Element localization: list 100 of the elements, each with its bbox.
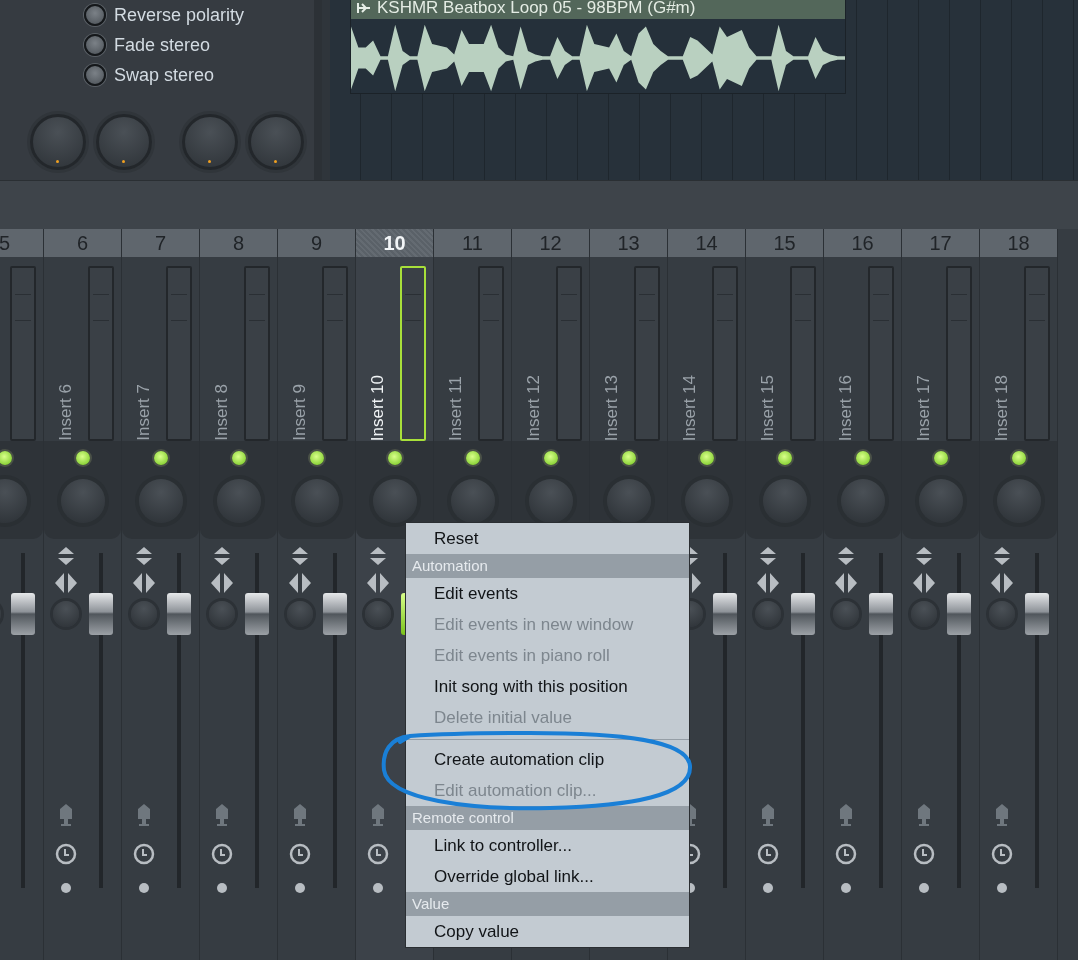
track-number: 13 [617, 231, 640, 255]
enable-led[interactable] [231, 451, 246, 465]
record-dot[interactable] [763, 883, 773, 893]
radio-button[interactable] [84, 4, 106, 26]
enable-led[interactable] [777, 451, 792, 465]
record-dot[interactable] [61, 883, 71, 893]
left-right-arrows-icon[interactable] [913, 573, 935, 593]
record-dot[interactable] [841, 883, 851, 893]
volume-fader[interactable] [323, 593, 347, 635]
up-down-arrows-icon[interactable] [370, 547, 386, 565]
enable-led[interactable] [75, 451, 90, 465]
track-number: 8 [232, 231, 245, 255]
radio-button[interactable] [84, 64, 106, 86]
track-name: Insert 16 [836, 374, 856, 441]
enable-led[interactable] [543, 451, 558, 465]
mixer-track[interactable]: 18 Insert 18 [979, 229, 1057, 960]
track-number: 16 [851, 231, 874, 255]
up-down-arrows-icon[interactable] [214, 547, 230, 565]
track-name: Insert 17 [914, 374, 934, 441]
clock-icon[interactable] [913, 843, 935, 865]
volume-fader[interactable] [869, 593, 893, 635]
enable-led[interactable] [387, 451, 402, 465]
mixer-track[interactable]: 17 Insert 17 [901, 229, 979, 960]
enable-led[interactable] [465, 451, 480, 465]
record-dot[interactable] [295, 883, 305, 893]
up-down-arrows-icon[interactable] [838, 547, 854, 565]
track-name: Insert 12 [524, 374, 544, 441]
clip-icon [357, 2, 371, 14]
left-right-arrows-icon[interactable] [133, 573, 155, 593]
menu-section-header: Automation [406, 554, 689, 578]
clock-icon[interactable] [133, 843, 155, 865]
option-label: Fade stereo [114, 34, 211, 56]
record-dot[interactable] [919, 883, 929, 893]
left-right-arrows-icon[interactable] [835, 573, 857, 593]
clock-icon[interactable] [991, 843, 1013, 865]
enable-led[interactable] [855, 451, 870, 465]
track-name: Insert 11 [446, 376, 466, 441]
enable-led[interactable] [699, 451, 714, 465]
up-down-arrows-icon[interactable] [58, 547, 74, 565]
record-dot[interactable] [217, 883, 227, 893]
volume-fader[interactable] [713, 593, 737, 635]
track-number: 12 [539, 231, 562, 255]
menu-section-header: Remote control [406, 806, 689, 830]
clock-icon[interactable] [211, 843, 233, 865]
volume-fader[interactable] [89, 593, 113, 635]
left-right-arrows-icon[interactable] [991, 573, 1013, 593]
track-name: Insert 13 [602, 374, 622, 441]
enable-led[interactable] [933, 451, 948, 465]
clip-header[interactable]: KSHMR Beatbox Loop 05 - 98BPM (G#m) [351, 0, 845, 19]
track-number: 9 [310, 231, 323, 255]
track-number: 11 [462, 231, 483, 255]
up-down-arrows-icon[interactable] [136, 547, 152, 565]
clock-icon[interactable] [367, 843, 389, 865]
volume-fader[interactable] [245, 593, 269, 635]
track-name: Insert 6 [56, 384, 76, 441]
track-number: 5 [0, 231, 11, 255]
record-dot[interactable] [997, 883, 1007, 893]
volume-fader[interactable] [947, 593, 971, 635]
enable-led[interactable] [153, 451, 168, 465]
mixer-track[interactable]: 8 Insert 8 [199, 229, 277, 960]
track-name: Insert 9 [290, 384, 310, 441]
clip-title: KSHMR Beatbox Loop 05 - 98BPM (G#m) [377, 0, 696, 18]
track-name: Insert 18 [992, 374, 1012, 441]
up-down-arrows-icon[interactable] [292, 547, 308, 565]
enable-led[interactable] [1011, 451, 1026, 465]
mixer-track[interactable]: 15 Insert 15 [745, 229, 823, 960]
record-dot[interactable] [373, 883, 383, 893]
enable-led[interactable] [621, 451, 636, 465]
volume-fader[interactable] [11, 593, 35, 635]
track-name: Insert 7 [134, 384, 154, 441]
mixer-track[interactable]: 6 Insert 6 [43, 229, 121, 960]
enable-led[interactable] [309, 451, 324, 465]
track-number: 17 [929, 231, 952, 255]
left-right-arrows-icon[interactable] [289, 573, 311, 593]
mixer-track[interactable]: 9 Insert 9 [277, 229, 355, 960]
enable-led[interactable] [0, 451, 12, 465]
left-right-arrows-icon[interactable] [211, 573, 233, 593]
option-label: Swap stereo [114, 64, 215, 86]
track-name: Insert 10 [368, 374, 388, 441]
up-down-arrows-icon[interactable] [994, 547, 1010, 565]
clock-icon[interactable] [289, 843, 311, 865]
menu-section-header: Value [406, 892, 689, 916]
record-dot[interactable] [139, 883, 149, 893]
up-down-arrows-icon[interactable] [916, 547, 932, 565]
left-right-arrows-icon[interactable] [757, 573, 779, 593]
left-right-arrows-icon[interactable] [55, 573, 77, 593]
volume-fader[interactable] [167, 593, 191, 635]
clock-icon[interactable] [757, 843, 779, 865]
clock-icon[interactable] [835, 843, 857, 865]
track-number: 14 [695, 231, 718, 255]
mixer-track[interactable]: 7 Insert 7 [121, 229, 199, 960]
track-name: Insert 15 [758, 374, 778, 441]
volume-fader[interactable] [1025, 593, 1049, 635]
left-right-arrows-icon[interactable] [367, 573, 389, 593]
clock-icon[interactable] [55, 843, 77, 865]
mixer-track[interactable]: 16 Insert 16 [823, 229, 901, 960]
radio-button[interactable] [84, 34, 106, 56]
option-label: Reverse polarity [114, 4, 245, 26]
volume-fader[interactable] [791, 593, 815, 635]
up-down-arrows-icon[interactable] [760, 547, 776, 565]
